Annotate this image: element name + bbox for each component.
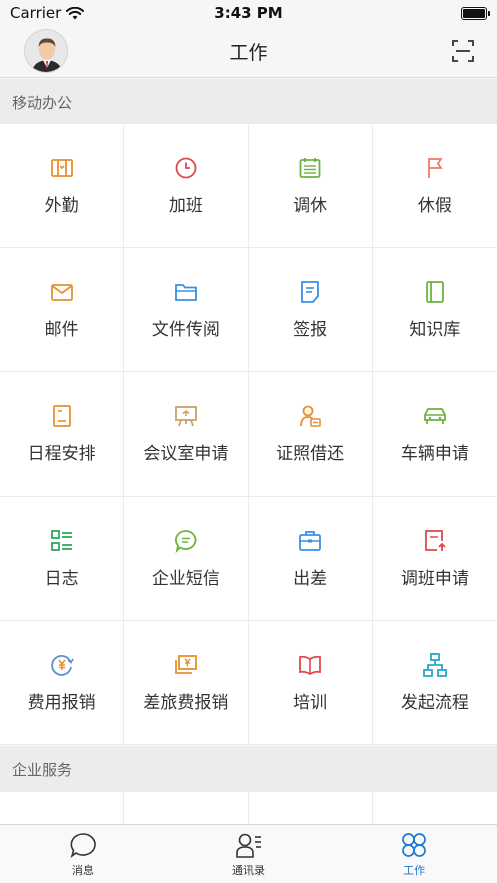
shift-request-icon bbox=[424, 529, 446, 551]
open-book-icon bbox=[299, 655, 322, 675]
tab-work[interactable]: 工作 bbox=[331, 825, 497, 883]
tab-label: 消息 bbox=[71, 863, 94, 877]
chat-bubble-icon bbox=[174, 529, 197, 553]
avatar-person-icon bbox=[25, 30, 67, 72]
grid-item-time-off[interactable]: 调休 bbox=[248, 124, 373, 249]
grid-item-schedule[interactable]: 日程安排 bbox=[0, 372, 125, 497]
grid-item-log[interactable]: 日志 bbox=[0, 496, 125, 621]
folder-icon bbox=[174, 284, 197, 302]
status-bar: Carrier 3:43 PM bbox=[0, 0, 497, 26]
meeting-room-icon bbox=[174, 406, 197, 427]
grid-item-file-circulation[interactable]: 文件传阅 bbox=[124, 248, 249, 373]
grid-item-label: 差旅费报销 bbox=[143, 692, 229, 713]
grid-item-knowledge-base[interactable]: 知识库 bbox=[372, 248, 497, 373]
log-list-icon bbox=[50, 529, 72, 551]
mail-icon bbox=[50, 284, 73, 302]
grid-item-label: 发起流程 bbox=[400, 692, 469, 713]
grid-item-mail[interactable]: 邮件 bbox=[0, 248, 125, 373]
grid-item-vehicle[interactable]: 车辆申请 bbox=[372, 372, 497, 497]
grid-item-field-work[interactable]: 外勤 bbox=[0, 124, 125, 249]
grid-item-label: 调休 bbox=[293, 196, 328, 217]
tab-bar: 消息 通讯录 工作 bbox=[0, 824, 497, 883]
grid-item-label: 加班 bbox=[168, 196, 203, 217]
app-grid: 外勤 加班 调休 休假 邮件 文件传阅 签报 知识库 日程安排 会议室申请 证照… bbox=[0, 124, 497, 745]
work-grid-icon bbox=[402, 832, 427, 857]
grid-item-shift-request[interactable]: 调班申请 bbox=[372, 497, 497, 621]
grid-item-label: 文件传阅 bbox=[151, 320, 220, 341]
grid-item-label: 外勤 bbox=[44, 196, 79, 217]
grid-item-placeholder[interactable] bbox=[373, 792, 497, 824]
grid-item-label: 休假 bbox=[417, 196, 452, 217]
avatar[interactable] bbox=[24, 29, 68, 73]
work-screen: Carrier 3:43 PM 工作 移动办公 外勤 加班 调休 休假 邮件 文… bbox=[0, 0, 497, 883]
grid-item-label: 知识库 bbox=[409, 320, 461, 341]
nav-bar: 工作 bbox=[0, 26, 497, 78]
flowchart-icon bbox=[422, 652, 447, 677]
grid-item-label: 培训 bbox=[293, 692, 328, 713]
grid-item-license[interactable]: 证照借还 bbox=[248, 372, 373, 497]
field-work-icon bbox=[50, 159, 73, 177]
status-time: 3:43 PM bbox=[214, 4, 283, 22]
grid-item-sms[interactable]: 企业短信 bbox=[124, 496, 249, 621]
grid-item-label: 车辆申请 bbox=[400, 444, 469, 465]
section-header-mobile-office: 移动办公 bbox=[0, 79, 497, 125]
briefcase-icon bbox=[299, 530, 322, 551]
grid-item-label: 出差 bbox=[293, 568, 328, 589]
flag-icon bbox=[427, 158, 443, 179]
grid-item-travel-expense[interactable]: 差旅费报销 bbox=[124, 620, 249, 745]
enterprise-services-grid bbox=[0, 792, 497, 824]
grid-item-label: 邮件 bbox=[44, 320, 79, 341]
grid-item-vacation[interactable]: 休假 bbox=[372, 124, 497, 249]
battery-icon bbox=[461, 6, 490, 20]
tab-contacts[interactable]: 通讯录 bbox=[166, 825, 332, 883]
grid-item-label: 日程安排 bbox=[27, 444, 96, 465]
grid-item-expense[interactable]: 费用报销 bbox=[0, 620, 125, 745]
grid-item-meeting-room[interactable]: 会议室申请 bbox=[124, 372, 249, 497]
tab-messages[interactable]: 消息 bbox=[0, 825, 166, 883]
schedule-icon bbox=[52, 405, 71, 428]
grid-item-overtime[interactable]: 加班 bbox=[124, 124, 249, 249]
clock-icon bbox=[175, 157, 197, 179]
grid-item-training[interactable]: 培训 bbox=[248, 620, 373, 745]
grid-item-label: 签报 bbox=[293, 320, 328, 341]
grid-item-sign-report[interactable]: 签报 bbox=[248, 248, 373, 373]
grid-item-label: 证照借还 bbox=[276, 444, 345, 465]
document-sign-icon bbox=[301, 281, 320, 304]
car-icon bbox=[423, 408, 446, 425]
grid-item-placeholder[interactable] bbox=[249, 792, 373, 824]
license-icon bbox=[300, 406, 321, 428]
grid-item-label: 企业短信 bbox=[151, 568, 220, 589]
message-bubble-icon bbox=[70, 832, 96, 858]
grid-item-label: 日志 bbox=[44, 568, 79, 589]
grid-item-label: 会议室申请 bbox=[143, 444, 229, 465]
yen-refund-icon bbox=[50, 654, 74, 676]
tab-label: 工作 bbox=[403, 863, 426, 877]
grid-item-label: 费用报销 bbox=[27, 692, 96, 713]
calendar-icon bbox=[299, 158, 321, 178]
grid-item-label: 调班申请 bbox=[400, 568, 469, 589]
grid-item-placeholder[interactable] bbox=[124, 792, 249, 824]
contacts-icon bbox=[235, 833, 261, 858]
yen-cash-icon bbox=[174, 654, 197, 674]
page-title: 工作 bbox=[229, 42, 268, 64]
grid-item-business-trip[interactable]: 出差 bbox=[248, 496, 373, 621]
scan-icon[interactable] bbox=[451, 39, 475, 63]
section-header-enterprise-services: 企业服务 bbox=[0, 746, 497, 792]
tab-label: 通讯录 bbox=[232, 863, 265, 877]
book-icon bbox=[425, 281, 444, 304]
grid-item-start-process[interactable]: 发起流程 bbox=[372, 621, 497, 745]
grid-item-placeholder[interactable] bbox=[0, 792, 125, 824]
